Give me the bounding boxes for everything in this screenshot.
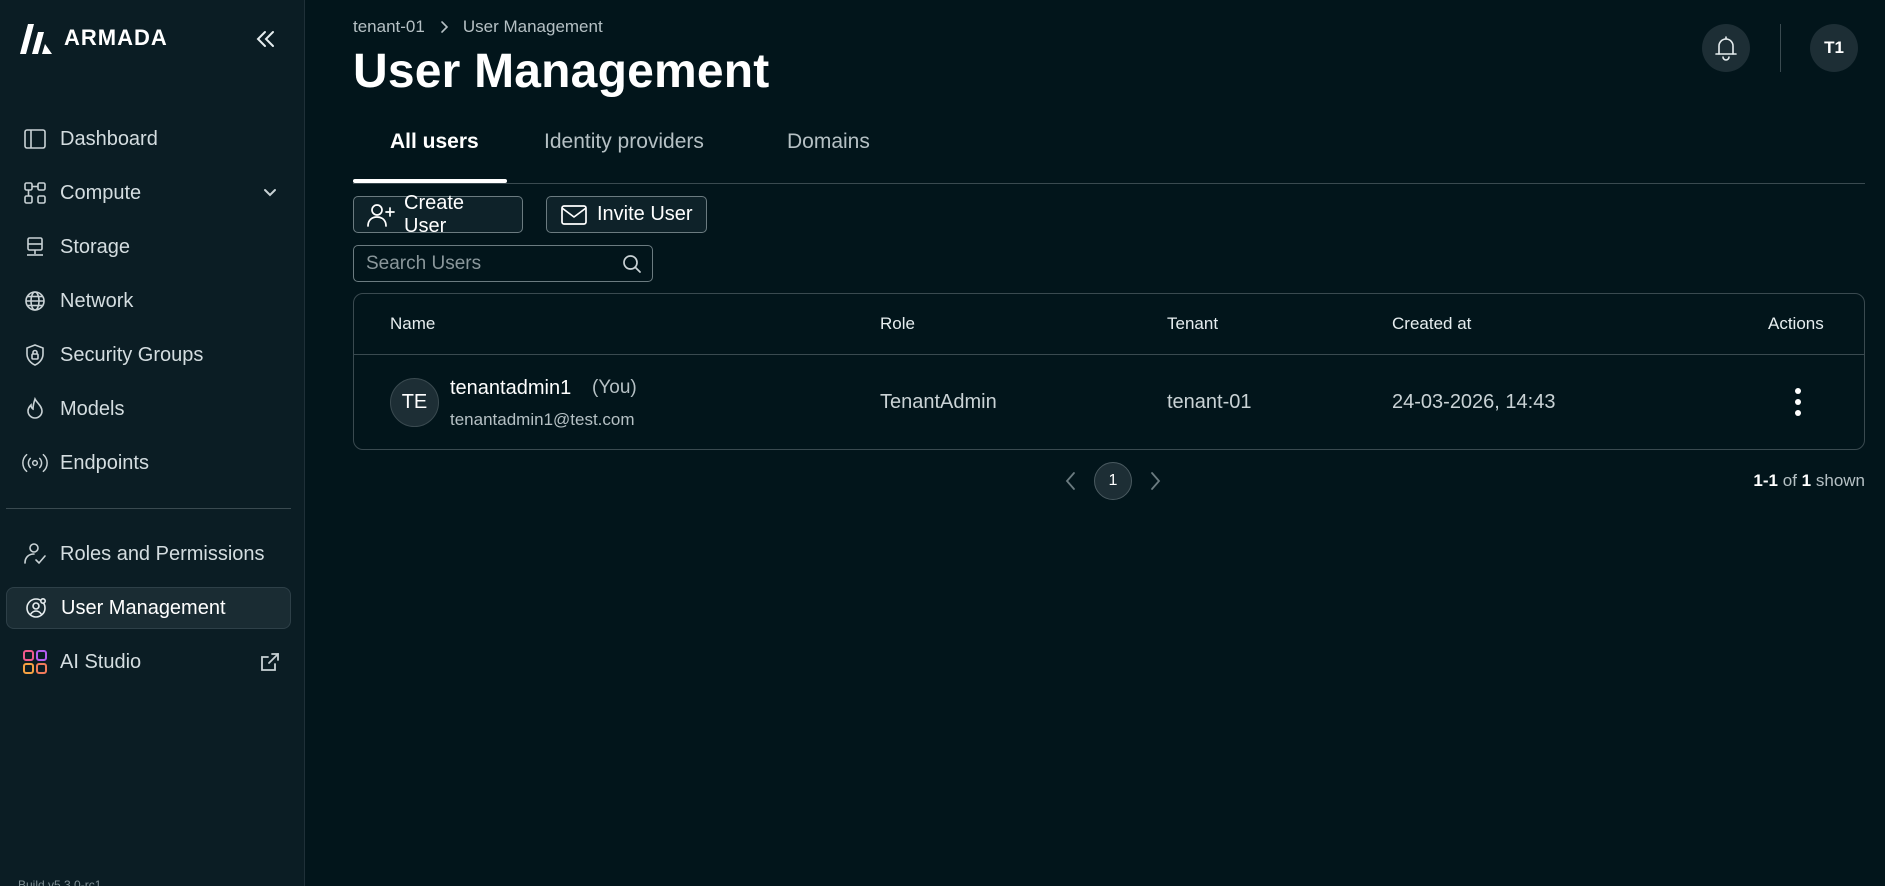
header-actions: T1 [1700,24,1860,74]
column-header-actions: Actions [1768,314,1824,333]
search-icon[interactable] [622,254,642,274]
more-vertical-icon [1795,388,1801,416]
external-link-icon [261,653,279,671]
sidebar-item-dashboard[interactable]: Dashboard [0,112,305,166]
sidebar-item-label: Compute [60,181,142,204]
search-box [353,245,653,282]
sidebar-item-endpoints[interactable]: Endpoints [0,436,305,490]
notifications-button[interactable] [1702,24,1750,72]
add-user-icon [366,202,396,228]
results-range: 1-1 [1753,471,1778,490]
create-user-label: Create User [404,191,465,237]
sidebar-item-label: Security Groups [60,343,204,366]
column-header-created: Created at [1392,314,1472,333]
sidebar-item-security-groups[interactable]: Security Groups [0,328,305,382]
invite-user-label: Invite User [597,203,693,225]
sidebar-item-compute[interactable]: Compute [0,166,305,220]
flame-icon [22,396,48,422]
users-table: Name Role Tenant Created at Actions TE t… [353,293,1865,450]
pagination: 1 [1058,462,1168,500]
build-version: Build v5.3.0-rc1 [18,878,102,886]
chevron-down-icon [264,189,276,197]
page-title: User Management [353,45,770,98]
sidebar-item-user-management-wrap: User Management [0,581,305,635]
tab-all-users[interactable]: All users [390,122,479,184]
user-tenant: tenant-01 [1167,391,1252,413]
breadcrumb-parent[interactable]: tenant-01 [353,17,425,37]
sidebar-item-label: AI Studio [60,650,142,673]
compute-icon [22,180,48,206]
column-header-tenant: Tenant [1167,314,1219,333]
tabs: All users Identity providers Domains [353,122,1865,184]
double-chevron-left-icon [256,31,274,47]
storage-icon [22,234,48,260]
sidebar-item-label: Endpoints [60,451,149,474]
sidebar-item-label: Network [60,289,134,312]
user-gear-icon [23,595,49,621]
tab-domains[interactable]: Domains [787,122,870,184]
broadcast-icon [22,450,48,476]
prev-page-button[interactable] [1058,468,1084,494]
globe-icon [22,288,48,314]
results-total: 1 [1801,471,1812,490]
sidebar-item-label: Storage [60,235,131,258]
table-header: Name Role Tenant Created at Actions [354,294,1864,355]
user-name: tenantadmin1 [450,377,572,399]
brand-name: ARMADA [64,25,168,50]
armada-logo-icon [20,24,52,54]
breadcrumb-current: User Management [462,17,603,36]
column-header-name: Name [390,314,436,333]
breadcrumb: tenant-01 User Management [353,17,603,37]
mail-icon [559,202,589,228]
results-suffix: shown [1815,471,1865,490]
collapse-sidebar-button[interactable] [250,24,280,54]
column-header-role: Role [880,314,915,333]
search-input[interactable] [354,246,614,281]
sidebar-item-models[interactable]: Models [0,382,305,436]
sidebar-item-storage[interactable]: Storage [0,220,305,274]
row-actions-button[interactable] [1786,385,1810,419]
sidebar-divider [6,508,291,509]
user-created-at: 24-03-2026, 14:43 [1392,391,1556,413]
current-user-tag: (You) [592,377,637,398]
shield-lock-icon [22,342,48,368]
header-divider [1780,24,1781,72]
chevron-right-icon [441,21,448,33]
user-email: tenantadmin1@test.com [450,410,635,429]
sidebar-item-label: Models [60,397,125,420]
table-row[interactable]: TE tenantadmin1 (You) tenantadmin1@test.… [354,355,1864,450]
sidebar-item-user-management[interactable]: User Management [6,587,291,629]
page-number-button[interactable]: 1 [1094,462,1132,500]
brand-logo[interactable]: ARMADA [18,20,168,56]
bell-icon [1715,36,1737,61]
roles-icon [22,541,48,567]
user-avatar-button[interactable]: T1 [1810,24,1858,72]
sidebar-item-roles-permissions[interactable]: Roles and Permissions [0,527,305,581]
sidebar-item-label: Roles and Permissions [60,542,265,565]
sidebar-nav: Dashboard Compute Storage Network Securi… [0,112,305,689]
sidebar-item-label: Dashboard [60,127,158,150]
invite-user-button[interactable]: Invite User [546,196,707,233]
tab-identity-providers[interactable]: Identity providers [544,122,704,184]
results-of: of [1782,471,1797,490]
user-role: TenantAdmin [880,391,997,413]
chevron-left-icon [1065,472,1075,490]
dashboard-icon [22,126,48,152]
sidebar: ARMADA Dashboard Compute Storage Network… [0,0,305,886]
avatar: TE [390,378,439,427]
create-user-button[interactable]: Create User [353,192,523,237]
active-tab-indicator [353,179,507,183]
next-page-button[interactable] [1142,468,1168,494]
chevron-right-icon [1151,472,1161,490]
sidebar-item-ai-studio[interactable]: AI Studio [0,635,305,689]
results-count: 1-1 of 1 shown [1753,471,1865,491]
sidebar-item-network[interactable]: Network [0,274,305,328]
ai-studio-icon [22,649,48,675]
sidebar-item-label: User Management [61,596,226,619]
